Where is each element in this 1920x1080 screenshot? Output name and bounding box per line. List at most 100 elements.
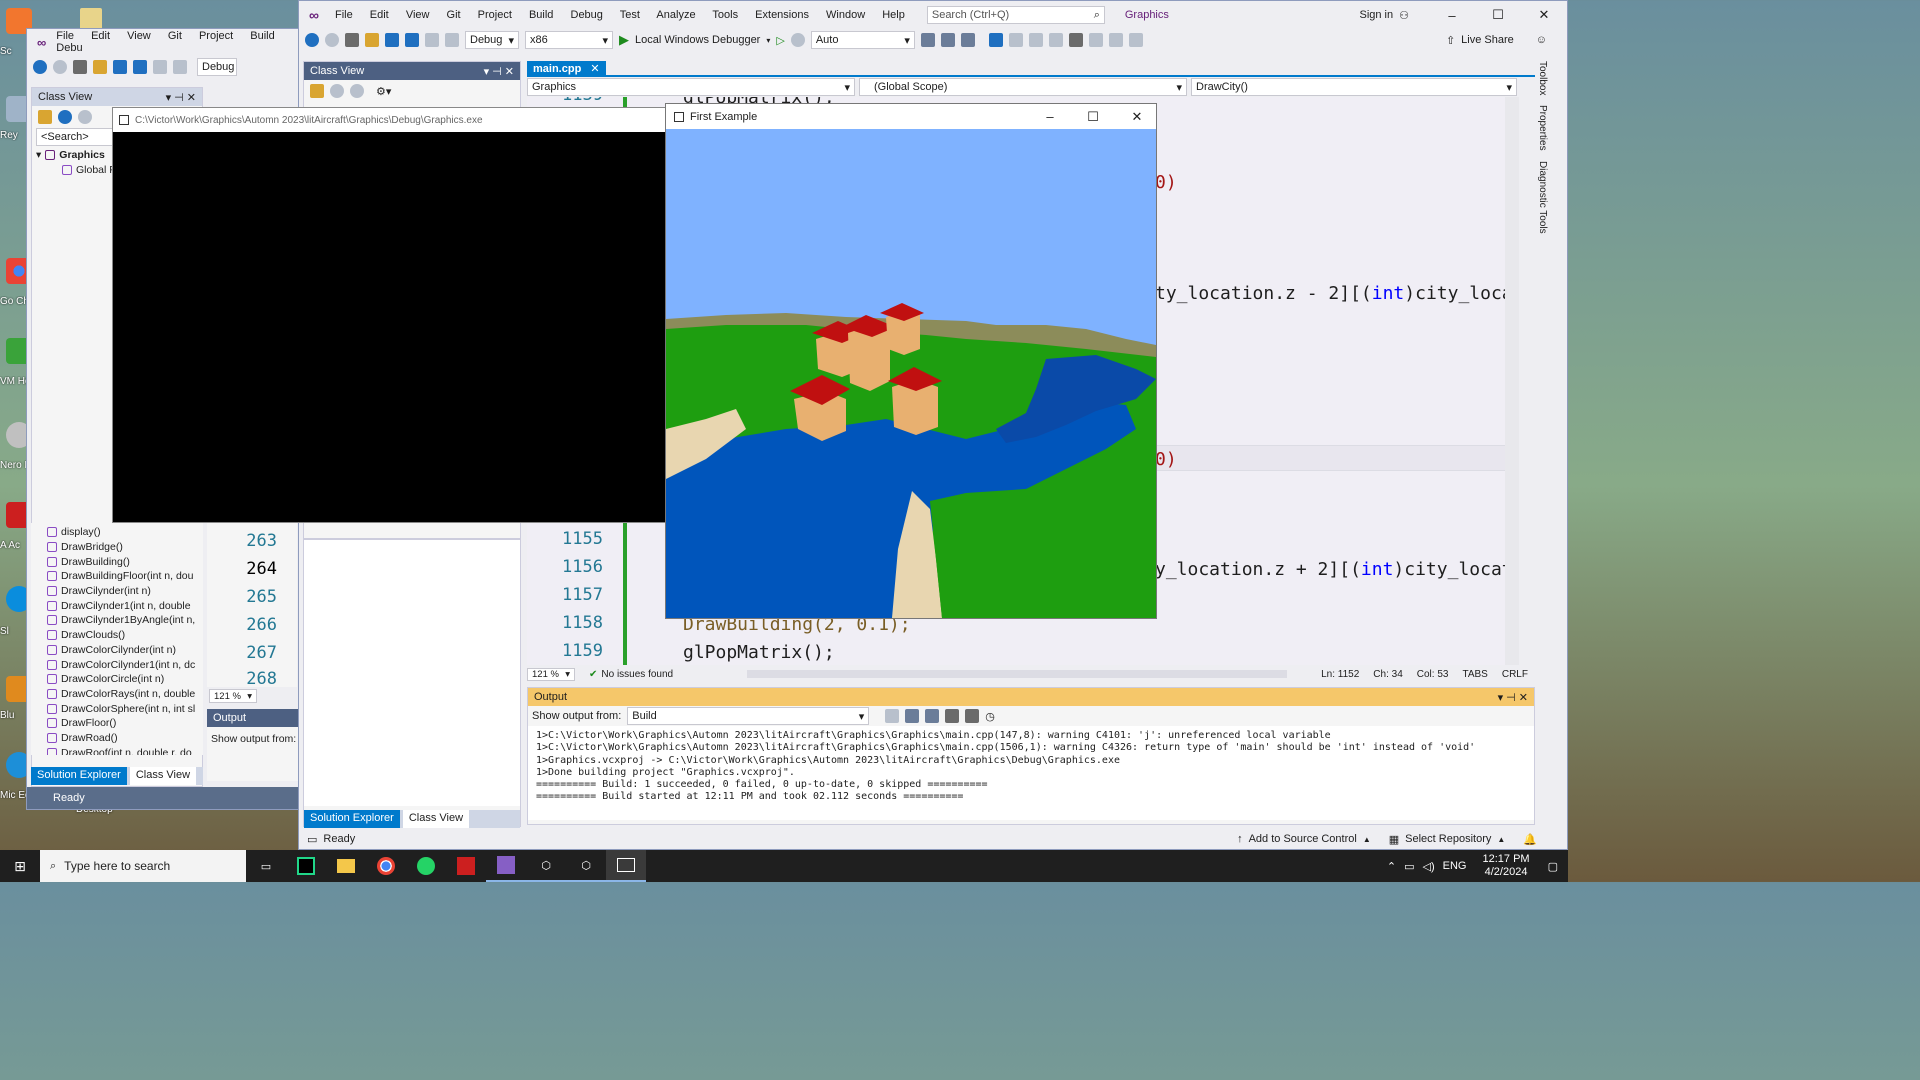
new-project-icon[interactable] [345, 33, 359, 47]
nav-member-combo[interactable]: DrawCity() ▾ [1191, 78, 1517, 96]
panel-controls[interactable]: ▾ ⊣ ✕ [166, 91, 196, 104]
redo-icon[interactable] [445, 33, 459, 47]
minimize-button[interactable]: – [1032, 104, 1068, 129]
notification-icon[interactable]: ▢ [1548, 860, 1558, 873]
undo-icon[interactable] [425, 33, 439, 47]
close-icon[interactable]: ✕ [590, 63, 599, 75]
list-item[interactable]: DrawBuilding() [47, 554, 203, 569]
list-item[interactable]: DrawColorCilynder1(int n, dc [47, 657, 203, 672]
language-indicator[interactable]: ENG [1443, 860, 1467, 872]
tab-solution-explorer[interactable]: Solution Explorer [304, 810, 400, 828]
back-icon[interactable] [330, 84, 344, 98]
live-share-button[interactable]: Live Share [1461, 34, 1514, 46]
folder-icon[interactable] [38, 110, 52, 124]
menu-tools[interactable]: Tools [712, 9, 738, 21]
classview-search[interactable]: <Search> [36, 128, 116, 146]
search-input[interactable]: Search (Ctrl+Q) ⌕ [926, 6, 1105, 24]
list-item[interactable]: DrawColorRays(int n, double [47, 687, 203, 702]
menu-debug[interactable]: Debug [571, 9, 603, 21]
list-item[interactable]: DrawColorCilynder(int n) [47, 643, 203, 658]
select-repository[interactable]: Select Repository [1405, 833, 1491, 845]
close-button[interactable]: ✕ [1521, 1, 1567, 29]
menu-view[interactable]: View [406, 9, 430, 21]
maximize-button[interactable]: ☐ [1074, 104, 1112, 129]
app-icon[interactable]: ⬡ [566, 850, 606, 882]
save-all-icon[interactable] [133, 60, 147, 74]
toolbar-icon[interactable] [1008, 33, 1023, 47]
menu-build[interactable]: Build [250, 30, 274, 42]
nav-scope-combo[interactable]: (Global Scope) ▾ [859, 78, 1187, 96]
vs-back-zoom[interactable]: 121 % ▾ [209, 689, 257, 703]
config-combo[interactable]: Debug ▾ [465, 31, 519, 49]
visual-studio-icon[interactable] [486, 850, 526, 882]
toolbar-icon[interactable] [988, 33, 1003, 47]
menu-project[interactable]: Project [199, 30, 233, 42]
menu-git[interactable]: Git [447, 9, 461, 21]
new-project-icon[interactable] [73, 60, 87, 74]
list-item[interactable]: display() [47, 525, 203, 540]
app-icon[interactable]: ⬡ [526, 850, 566, 882]
menu-help[interactable]: Help [882, 9, 905, 21]
issues-status[interactable]: No issues found [601, 669, 673, 680]
menu-build[interactable]: Build [529, 9, 553, 21]
save-icon[interactable] [385, 33, 399, 47]
side-tab-diagnostic-tools[interactable]: Diagnostic Tools [1537, 161, 1548, 234]
volume-icon[interactable]: ◁) [1423, 860, 1435, 873]
output-source-combo[interactable]: Build ▾ [627, 707, 870, 725]
menu-edit[interactable]: Edit [370, 9, 389, 21]
back-icon[interactable] [58, 110, 72, 124]
refresh-icon[interactable] [790, 33, 805, 47]
list-item[interactable]: DrawCilynder(int n) [47, 584, 203, 599]
pycharm-icon[interactable] [286, 850, 326, 882]
undo-icon[interactable] [153, 60, 167, 74]
vertical-scrollbar[interactable] [1505, 97, 1519, 665]
bookmark-icon[interactable] [1068, 33, 1083, 47]
forward-icon[interactable] [350, 84, 364, 98]
menu-window[interactable]: Window [826, 9, 865, 21]
menu-test[interactable]: Test [620, 9, 640, 21]
console-app-icon[interactable] [606, 850, 646, 882]
panel-controls[interactable]: ▾ ⊣ ✕ [1498, 691, 1528, 704]
redo-icon[interactable] [173, 60, 187, 74]
clock-icon[interactable]: ◷ [985, 710, 995, 723]
menu-file[interactable]: File [56, 30, 74, 42]
list-item[interactable]: DrawCilynder1ByAngle(int n, [47, 613, 203, 628]
toolbar-icon[interactable] [1108, 33, 1123, 47]
toolbar-icon[interactable] [940, 33, 955, 47]
open-icon[interactable] [365, 33, 379, 47]
network-icon[interactable]: ▭ [1404, 860, 1414, 873]
close-button[interactable]: ✕ [1118, 104, 1156, 129]
auto-combo[interactable]: Auto ▾ [810, 31, 915, 49]
acrobat-icon[interactable] [446, 850, 486, 882]
menu-view[interactable]: View [127, 30, 151, 42]
forward-icon[interactable] [53, 60, 67, 74]
prev-message-icon[interactable] [905, 709, 920, 723]
toolbar-icon[interactable] [1088, 33, 1103, 47]
panel-controls[interactable]: ▾ ⊣ ✕ [484, 65, 514, 78]
toolbar-icon[interactable] [1128, 33, 1143, 47]
task-view-icon[interactable]: ▭ [246, 850, 286, 882]
folder-icon[interactable] [310, 84, 324, 98]
clear-all-icon[interactable] [945, 709, 960, 723]
tab-solution-explorer[interactable]: Solution Explorer [31, 767, 127, 785]
back-icon[interactable] [305, 33, 319, 47]
toolbar-icon[interactable] [920, 33, 935, 47]
config-combo[interactable]: Debug [197, 58, 237, 76]
gear-icon[interactable]: ⚙▾ [376, 85, 391, 98]
list-item[interactable]: DrawFloor() [47, 716, 203, 731]
feedback-icon[interactable]: ☺ [1536, 34, 1547, 46]
word-wrap-icon[interactable] [965, 709, 980, 723]
menu-project[interactable]: Project [478, 9, 512, 21]
open-icon[interactable] [93, 60, 107, 74]
forward-icon[interactable] [325, 33, 339, 47]
list-item[interactable]: DrawBridge() [47, 540, 203, 555]
start-without-debug-icon[interactable]: ▷ [776, 34, 784, 47]
zoom-combo[interactable]: 121 % ▾ [527, 667, 575, 681]
menu-git[interactable]: Git [168, 30, 182, 42]
sign-in-link[interactable]: Sign in [1359, 9, 1393, 21]
side-tab-toolbox[interactable]: Toolbox [1537, 61, 1548, 95]
horizontal-scrollbar[interactable] [747, 670, 1288, 678]
whatsapp-icon[interactable] [406, 850, 446, 882]
menu-edit[interactable]: Edit [91, 30, 110, 42]
save-all-icon[interactable] [405, 33, 419, 47]
